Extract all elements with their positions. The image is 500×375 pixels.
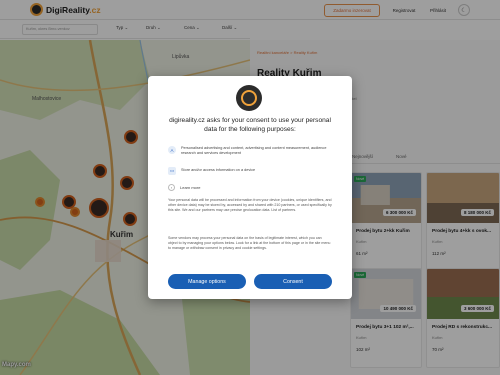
learn-more-toggle[interactable]: › Learn more [168, 184, 200, 191]
site-logo-icon [236, 85, 262, 111]
learn-more-label: Learn more [180, 185, 201, 190]
consent-dialog: digireality.cz asks for your consent to … [148, 76, 352, 299]
purpose-storage: ▭ Store and/or access information on a d… [168, 167, 331, 175]
consent-button[interactable]: Consent [254, 274, 332, 289]
ads-purpose-icon: A [168, 146, 176, 154]
purpose-storage-text: Store and/or access information on a dev… [181, 168, 256, 172]
page: DigiReality.cz Zadarmo inzerovat Registr… [0, 0, 500, 375]
purpose-ads: A Personalised advertising and content, … [168, 146, 331, 156]
consent-paragraph-1: Your personal data will be processed and… [168, 198, 332, 213]
dialog-title: digireality.cz asks for your consent to … [169, 117, 331, 133]
manage-options-button[interactable]: Manage options [168, 274, 246, 289]
purpose-ads-text: Personalised advertising and content, ad… [181, 146, 327, 156]
chevron-right-icon: › [168, 184, 175, 191]
consent-paragraph-2: Some vendors may process your personal d… [168, 236, 331, 251]
device-storage-icon: ▭ [168, 167, 176, 175]
